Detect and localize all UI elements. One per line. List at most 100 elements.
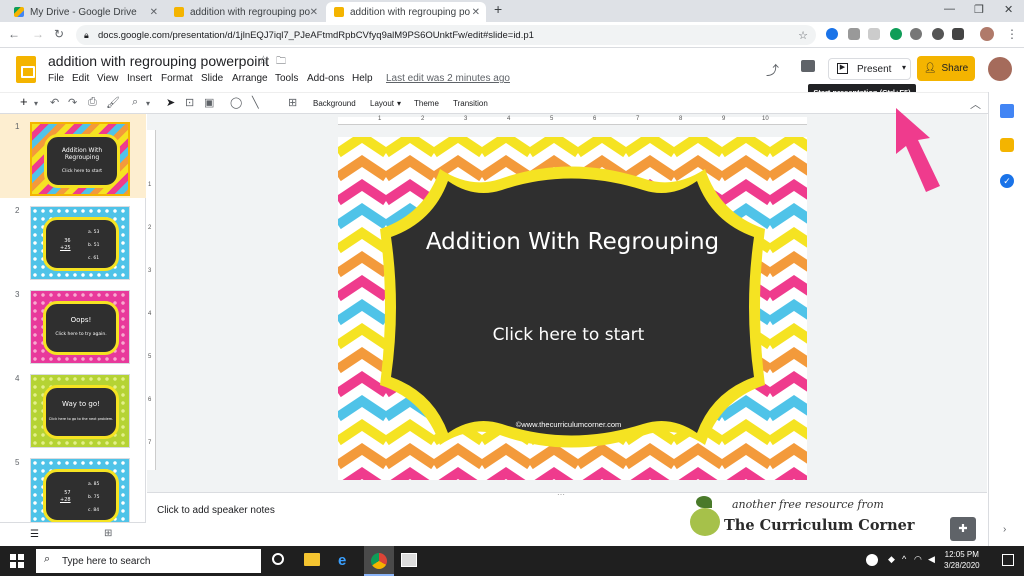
menu-arrange[interactable]: Arrange bbox=[232, 73, 268, 84]
activity-icon[interactable]: ⤴ bbox=[766, 60, 779, 79]
line-icon[interactable]: ╲ bbox=[252, 96, 259, 109]
undo-icon[interactable]: ↶ bbox=[50, 96, 59, 109]
zoom-icon[interactable]: ⌕ bbox=[132, 96, 138, 109]
redo-icon[interactable]: ↷ bbox=[68, 96, 77, 109]
slide-thumbnail-4[interactable]: 4 Way to go! Click here to go to the nex… bbox=[0, 366, 146, 450]
slides-logo[interactable] bbox=[16, 56, 36, 83]
taskbar-search-input[interactable]: ⌕ Type here to search bbox=[36, 549, 261, 573]
layout-chevron-icon[interactable]: ▾ bbox=[397, 99, 401, 108]
wifi-icon[interactable]: ◠ bbox=[914, 554, 922, 565]
comment-add-icon[interactable]: ⊞ bbox=[288, 96, 297, 109]
select-cursor-icon[interactable]: ➤ bbox=[166, 96, 175, 109]
filmstrip-view-icon[interactable]: ☰ bbox=[30, 529, 39, 540]
menu-format[interactable]: Format bbox=[161, 73, 193, 84]
edge-icon[interactable]: e bbox=[338, 552, 346, 569]
back-icon[interactable]: ← bbox=[8, 27, 20, 41]
slide-start-link[interactable]: Click here to start bbox=[338, 325, 799, 345]
system-tray-icon[interactable] bbox=[866, 554, 878, 566]
minimize-icon[interactable]: — bbox=[944, 3, 955, 15]
tasks-icon[interactable]: ✓ bbox=[1000, 174, 1014, 188]
menu-file[interactable]: File bbox=[48, 73, 64, 84]
close-window-icon[interactable]: ✕ bbox=[1004, 3, 1013, 16]
transition-button[interactable]: Transition bbox=[453, 99, 488, 108]
menu-help[interactable]: Help bbox=[352, 73, 373, 84]
present-button[interactable]: ▶ Present ▾ bbox=[828, 58, 911, 80]
forward-icon[interactable]: → bbox=[32, 27, 44, 41]
chevron-up-icon[interactable]: ︿ bbox=[970, 96, 981, 112]
avatar[interactable] bbox=[988, 57, 1012, 81]
answer-option: a. 53 bbox=[88, 230, 100, 235]
clock-time: 12:05 PM bbox=[944, 550, 979, 559]
extension-icon[interactable] bbox=[890, 28, 902, 40]
menu-slide[interactable]: Slide bbox=[201, 73, 223, 84]
close-icon[interactable]: ✕ bbox=[310, 7, 318, 18]
slide-thumbnail-1[interactable]: 1 Addition With Regrouping Click here to… bbox=[0, 114, 146, 198]
chevron-right-icon[interactable]: › bbox=[1003, 524, 1006, 535]
tab-slides-1[interactable]: addition with regrouping powerpo ✕ bbox=[166, 2, 324, 22]
explore-icon[interactable]: ✚ bbox=[950, 517, 976, 541]
chevron-up-icon[interactable]: ^ bbox=[902, 554, 906, 564]
windows-start-icon[interactable] bbox=[10, 554, 24, 568]
slide-title[interactable]: Addition With Regrouping bbox=[338, 229, 807, 255]
menu-view[interactable]: View bbox=[97, 73, 119, 84]
menu-addons[interactable]: Add-ons bbox=[307, 73, 344, 84]
text-box-icon[interactable]: ⊡ bbox=[185, 96, 194, 109]
menu-insert[interactable]: Insert bbox=[127, 73, 152, 84]
tab-slides-active[interactable]: addition with regrouping powerpo ✕ bbox=[326, 2, 486, 22]
calendar-icon[interactable] bbox=[1000, 104, 1014, 118]
image-icon[interactable]: ▣ bbox=[204, 96, 214, 109]
comments-icon[interactable] bbox=[801, 60, 815, 72]
menu-tools[interactable]: Tools bbox=[275, 73, 298, 84]
slide-thumbnail-2[interactable]: 2 36 +25 a. 53 b. 51 c. 61 bbox=[0, 198, 146, 282]
tab-my-drive[interactable]: My Drive - Google Drive ✕ bbox=[6, 2, 164, 22]
share-button[interactable]: 👤︎ Share bbox=[917, 56, 975, 81]
layout-button[interactable]: Layout bbox=[370, 99, 394, 108]
speaker-notes-placeholder[interactable]: Click to add speaker notes bbox=[157, 505, 275, 516]
close-icon[interactable]: ✕ bbox=[150, 7, 158, 18]
chevron-down-icon[interactable]: ▾ bbox=[34, 99, 38, 108]
chrome-taskbar-item[interactable] bbox=[364, 546, 394, 576]
resize-handle[interactable]: ⋯ bbox=[557, 490, 565, 499]
last-edit-link[interactable]: Last edit was 2 minutes ago bbox=[386, 73, 510, 84]
slide-thumbnail-3[interactable]: 3 Oops! Click here to try again. bbox=[0, 282, 146, 366]
avatar[interactable] bbox=[980, 27, 994, 41]
menu-edit[interactable]: Edit bbox=[72, 73, 89, 84]
print-icon[interactable]: ⎙ bbox=[88, 96, 97, 109]
pinterest-icon[interactable] bbox=[910, 28, 922, 40]
taskbar-clock[interactable]: 12:05 PM 3/28/2020 bbox=[944, 549, 980, 571]
reload-icon[interactable]: ↻ bbox=[54, 27, 64, 41]
document-title[interactable]: addition with regrouping powerpoint bbox=[48, 53, 269, 69]
url-input[interactable]: 🔒︎ docs.google.com/presentation/d/1jlnEQ… bbox=[76, 25, 816, 45]
new-slide-icon[interactable]: + bbox=[20, 94, 28, 109]
task-view-icon[interactable] bbox=[272, 553, 284, 565]
star-icon[interactable]: ☆ bbox=[798, 29, 808, 42]
shape-icon[interactable]: ◯ bbox=[230, 96, 242, 109]
theme-button[interactable]: Theme bbox=[414, 99, 439, 108]
paint-format-icon[interactable]: 🖌︎ bbox=[106, 96, 120, 109]
answer-option: c. 61 bbox=[88, 256, 100, 261]
menu-dots-icon[interactable]: ⋮ bbox=[1006, 27, 1018, 41]
keep-icon[interactable] bbox=[1000, 138, 1014, 152]
file-explorer-icon[interactable] bbox=[304, 553, 320, 566]
photos-icon[interactable] bbox=[401, 553, 417, 567]
extension-icon[interactable] bbox=[826, 28, 838, 40]
restore-icon[interactable]: ❐ bbox=[974, 3, 984, 16]
mail-icon[interactable] bbox=[952, 28, 964, 40]
browser-tab-bar: My Drive - Google Drive ✕ addition with … bbox=[0, 0, 1024, 22]
extension-icon[interactable] bbox=[868, 28, 880, 40]
star-icon[interactable]: ☆ bbox=[258, 53, 269, 67]
background-button[interactable]: Background bbox=[313, 99, 356, 108]
volume-icon[interactable]: ◀ bbox=[928, 554, 935, 565]
extension-icon[interactable] bbox=[848, 28, 860, 40]
grid-view-icon[interactable]: ⊞ bbox=[104, 528, 112, 539]
move-folder-icon[interactable]: 🗀 bbox=[276, 54, 286, 71]
chevron-down-icon[interactable]: ▾ bbox=[902, 63, 906, 72]
url-text: docs.google.com/presentation/d/1jlnEQJ7i… bbox=[98, 29, 534, 41]
chevron-down-icon[interactable]: ▾ bbox=[146, 99, 150, 108]
notifications-icon[interactable] bbox=[1002, 554, 1014, 566]
close-icon[interactable]: ✕ bbox=[472, 7, 480, 18]
extension-icon[interactable] bbox=[932, 28, 944, 40]
new-tab-button[interactable]: + bbox=[494, 1, 502, 17]
dropbox-icon[interactable]: ◆ bbox=[888, 554, 895, 565]
main-slide[interactable]: Addition With Regrouping Click here to s… bbox=[338, 137, 807, 480]
